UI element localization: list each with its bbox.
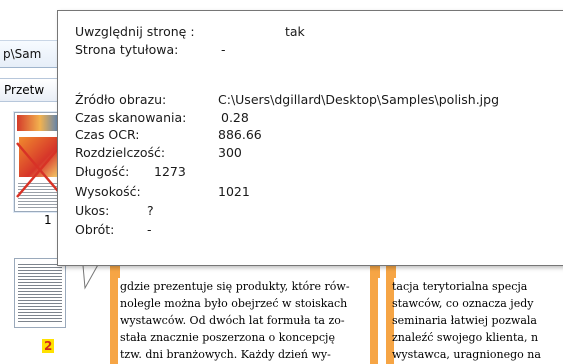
tooltip-value: ?	[147, 203, 154, 218]
tooltip-row-include-page: Uwzględnij stronę : tak	[75, 23, 305, 40]
tooltip-label: Obrót:	[75, 222, 115, 237]
tooltip-label: Wysokość:	[75, 184, 141, 199]
page-number-1: 1	[44, 213, 52, 227]
page-number-2: 2	[42, 339, 55, 353]
text-line: seminaria łatwiej pozwala	[392, 314, 537, 327]
tooltip-value: 1021	[218, 184, 250, 199]
tooltip-value: 886.66	[218, 127, 262, 142]
tooltip-label: Czas skanowania:	[75, 110, 187, 125]
tooltip-row-length: Długość: 1273	[75, 163, 186, 180]
tooltip-value: tak	[285, 24, 305, 39]
text-line: tzw. dni branżowych. Każdy dzień wy-	[120, 348, 331, 361]
tooltip-value: 300	[218, 145, 242, 160]
tooltip-label: Ukos:	[75, 203, 110, 218]
tooltip-value: -	[147, 222, 152, 237]
tooltip-row-resolution: Rozdzielczość: 300	[75, 144, 242, 161]
tooltip-row-height: Wysokość: 1021	[75, 183, 250, 200]
tooltip-row-ocr-time: Czas OCR: 886.66	[75, 126, 262, 143]
toolbar-tab-label: Przetw	[4, 83, 45, 97]
text-line: gdzie prezentuje się produkty, które rów…	[120, 280, 350, 293]
tooltip-row-skew: Ukos: ?	[75, 202, 154, 219]
text-line: znaleźć swojego klienta, n	[392, 331, 539, 344]
tooltip-value: 0.28	[221, 110, 249, 125]
text-line: tacja terytorialna specja	[392, 280, 528, 293]
page-thumbnail-2[interactable]	[14, 258, 66, 328]
tooltip-label: Uwzględnij stronę :	[75, 24, 195, 39]
text-line: wystawca, uragnionego na	[392, 348, 541, 361]
tooltip-label: Źródło obrazu:	[75, 92, 167, 107]
tooltip-label: Długość:	[75, 164, 130, 179]
document-view[interactable]: gdzie prezentuje się produkty, które rów…	[100, 260, 563, 364]
text-line: nolegle można było obejrzeć w stoiskach	[120, 297, 348, 310]
tooltip-row-title-page: Strona tytułowa: -	[75, 41, 226, 58]
text-line: stawców, co oznacza jedy	[392, 297, 534, 310]
tooltip-label: Rozdzielczość:	[75, 145, 166, 160]
tooltip-value: 1273	[154, 164, 186, 179]
folder-path-text: p\Sam	[3, 47, 42, 61]
tooltip-row-image-source: Źródło obrazu: C:\Users\dgillard\Desktop…	[75, 91, 499, 108]
tooltip-value: C:\Users\dgillard\Desktop\Samples\polish…	[218, 92, 500, 107]
page-properties-tooltip: Uwzględnij stronę : tak Strona tytułowa:…	[57, 10, 563, 266]
text-line: wystawców. Od dwóch lat formuła ta zo-	[120, 314, 345, 327]
tooltip-label: Czas OCR:	[75, 127, 140, 142]
tooltip-row-rotation: Obrót: -	[75, 221, 152, 238]
tooltip-value: -	[221, 42, 226, 57]
text-line: stała znacznie poszerzona o koncepcję	[120, 331, 335, 344]
text-column-left[interactable]: gdzie prezentuje się produkty, które rów…	[110, 278, 378, 364]
tooltip-label: Strona tytułowa:	[75, 42, 179, 57]
tooltip-row-scan-time: Czas skanowania: 0.28	[75, 109, 249, 126]
text-column-right[interactable]: tacja terytorialna specja stawców, co oz…	[386, 278, 563, 364]
thumbnail-text-lines	[18, 262, 62, 324]
